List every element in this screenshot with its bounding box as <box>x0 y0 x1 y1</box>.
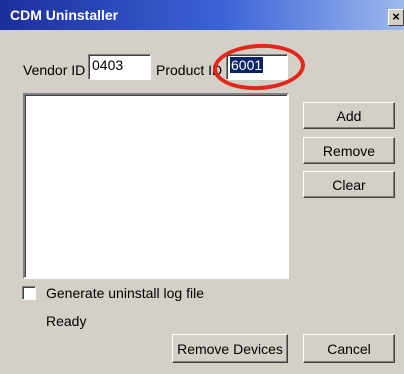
vendor-id-input[interactable]: 0403 <box>88 54 151 80</box>
product-id-label: Product ID <box>156 62 223 78</box>
add-button[interactable]: Add <box>303 102 395 129</box>
status-text: Ready <box>46 313 87 329</box>
remove-devices-button[interactable]: Remove Devices <box>172 334 288 363</box>
log-checkbox[interactable] <box>22 286 36 300</box>
cancel-button[interactable]: Cancel <box>303 334 395 363</box>
product-id-input[interactable]: 6001 <box>226 54 288 80</box>
vendor-id-label: Vendor ID <box>23 62 86 78</box>
title-bar: CDM Uninstaller <box>0 0 404 30</box>
close-button[interactable]: × <box>388 9 404 26</box>
log-checkbox-label: Generate uninstall log file <box>46 285 204 301</box>
window-title: CDM Uninstaller <box>10 7 119 23</box>
product-id-selected-text: 6001 <box>230 57 264 73</box>
device-list[interactable] <box>23 93 289 279</box>
clear-button[interactable]: Clear <box>303 171 395 198</box>
remove-button[interactable]: Remove <box>303 137 395 164</box>
